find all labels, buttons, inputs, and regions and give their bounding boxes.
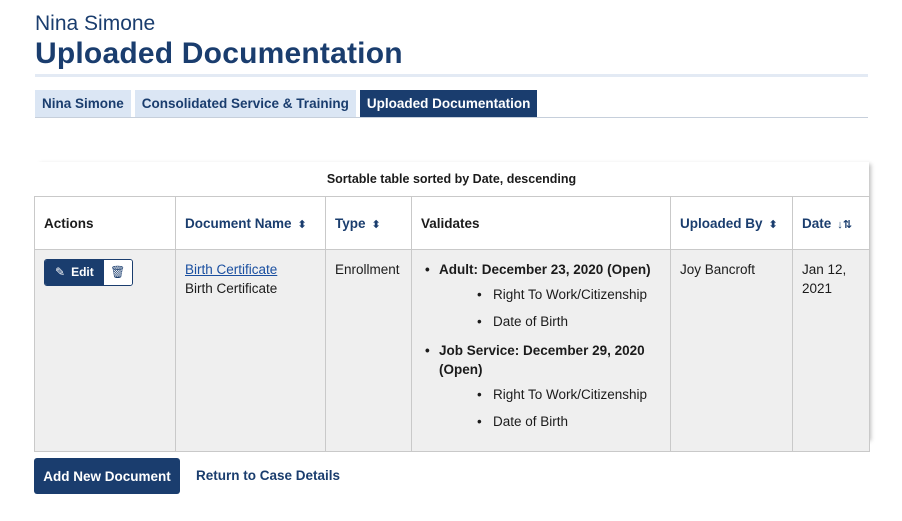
document-name-cell: Birth Certificate Birth Certificate (175, 249, 326, 452)
column-header-type[interactable]: Type ⬍ (325, 196, 412, 250)
tab-consolidated-service-training[interactable]: Consolidated Service & Training (134, 90, 356, 117)
return-to-case-details-link[interactable]: Return to Case Details (196, 468, 340, 483)
sort-icon: ⬍ (297, 218, 307, 231)
enrollment-item: Adult: December 23, 2020 (Open) Right To… (421, 260, 661, 335)
add-new-document-button[interactable]: Add New Document (34, 458, 180, 494)
validation-item: Date of Birth (439, 408, 661, 435)
date-cell: Jan 12, 2021 (792, 249, 870, 452)
row-actions: ✎ Edit 🗑 (44, 259, 133, 286)
column-header-document-name[interactable]: Document Name ⬍ (175, 196, 326, 250)
tabs-divider (35, 117, 868, 118)
table-header-row: Actions Document Name ⬍ Type ⬍ Validates U… (34, 196, 870, 250)
tab-bar: Nina Simone Consolidated Service & Train… (35, 90, 538, 117)
sort-icon: ⬍ (768, 218, 778, 231)
table-row: ✎ Edit 🗑 Birth Certificate Birth Certifi… (34, 249, 870, 452)
title-divider (35, 74, 868, 77)
pencil-icon: ✎ (55, 265, 66, 279)
documents-table: Actions Document Name ⬍ Type ⬍ Validates U… (34, 196, 870, 452)
delete-button[interactable]: 🗑 (103, 260, 132, 285)
tab-uploaded-documentation[interactable]: Uploaded Documentation (359, 90, 538, 117)
sort-icon: ⬍ (371, 218, 381, 231)
table-caption: Sortable table sorted by Date, descendin… (326, 172, 577, 186)
edit-button[interactable]: ✎ Edit (45, 260, 104, 285)
validation-item: Right To Work/Citizenship (439, 281, 661, 308)
trash-icon: 🗑 (110, 265, 126, 279)
type-cell: Enrollment (325, 249, 412, 452)
column-header-date[interactable]: Date ↓⇅ (792, 196, 870, 250)
uploaded-by-cell: Joy Bancroft (670, 249, 793, 452)
validation-item: Date of Birth (439, 308, 661, 335)
documents-table-container[interactable]: Sortable table sorted by Date, descendin… (34, 162, 870, 452)
page: Nina Simone Uploaded Documentation Nina … (0, 0, 902, 521)
document-name: Birth Certificate (185, 281, 278, 296)
column-header-actions: Actions (34, 196, 176, 250)
validation-item: Right To Work/Citizenship (439, 381, 661, 408)
document-link[interactable]: Birth Certificate (185, 260, 316, 279)
sort-descending-icon: ↓⇅ (837, 218, 852, 231)
page-title: Uploaded Documentation (35, 37, 403, 70)
tab-nina-simone[interactable]: Nina Simone (35, 90, 131, 117)
column-header-validates: Validates (411, 196, 671, 250)
person-name: Nina Simone (35, 12, 156, 35)
actions-cell: ✎ Edit 🗑 (34, 249, 176, 452)
validates-cell: Adult: December 23, 2020 (Open) Right To… (411, 249, 671, 452)
column-header-uploaded-by[interactable]: Uploaded By ⬍ (670, 196, 793, 250)
enrollment-item: Job Service: December 29, 2020 (Open) Ri… (421, 341, 661, 435)
